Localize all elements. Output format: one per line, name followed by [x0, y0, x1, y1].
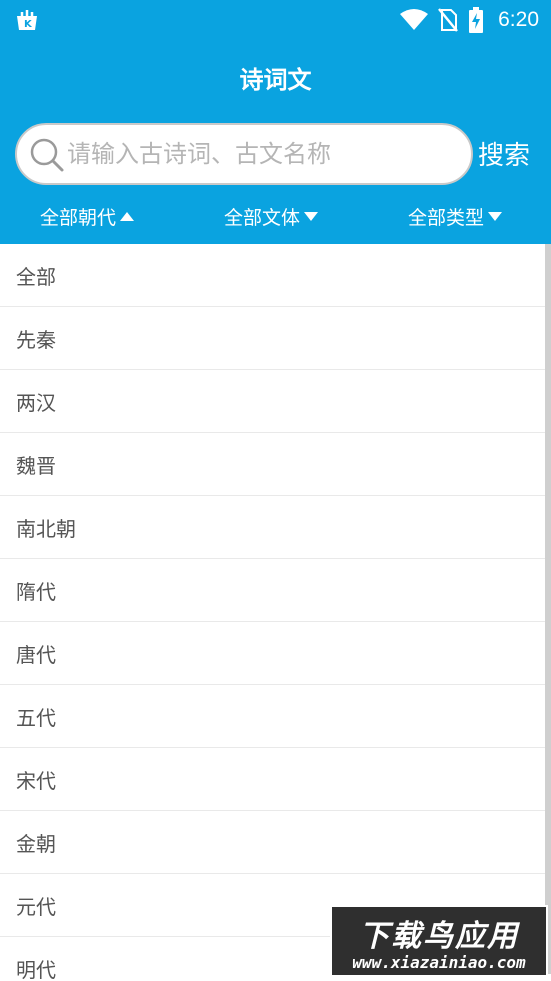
search-icon: [30, 138, 64, 172]
filter-genre[interactable]: 全部文体: [224, 196, 319, 236]
list-item[interactable]: 金朝: [0, 811, 551, 874]
search-button[interactable]: 搜索: [478, 135, 530, 172]
triangle-up-icon: [120, 211, 135, 221]
filter-genre-label: 全部文体: [224, 206, 301, 229]
scrollbar[interactable]: [545, 244, 551, 974]
triangle-down-icon: [304, 211, 319, 221]
watermark-title: 下载鸟应用: [359, 919, 519, 954]
filter-type-label: 全部类型: [408, 206, 485, 229]
page-title: 诗词文: [239, 66, 312, 94]
no-sim-icon: [438, 8, 459, 32]
triangle-down-icon: [488, 211, 503, 221]
app-icon: K: [17, 10, 37, 30]
search-box[interactable]: [15, 123, 473, 185]
svg-text:K: K: [24, 19, 33, 30]
list-item[interactable]: 宋代: [0, 748, 551, 811]
battery-charging-icon: [469, 7, 484, 33]
list-item[interactable]: 全部: [0, 244, 551, 307]
wifi-icon: [400, 9, 429, 30]
filter-type[interactable]: 全部类型: [408, 196, 503, 236]
list-item[interactable]: 南北朝: [0, 496, 551, 559]
watermark-url: www.xiazainiao.com: [352, 953, 526, 972]
filter-dynasty[interactable]: 全部朝代: [40, 196, 135, 236]
status-bar: K 6:20: [0, 0, 551, 40]
list-item[interactable]: 先秦: [0, 307, 551, 370]
watermark: 下载鸟应用 www.xiazainiao.com: [330, 905, 548, 977]
status-icons: 6:20: [400, 6, 539, 34]
dynasty-list: 全部 先秦 两汉 魏晋 南北朝 隋代 唐代 五代 宋代 金朝 元代 明代: [0, 244, 551, 981]
list-item[interactable]: 魏晋: [0, 433, 551, 496]
list-item[interactable]: 两汉: [0, 370, 551, 433]
list-item[interactable]: 唐代: [0, 622, 551, 685]
list-item[interactable]: 隋代: [0, 559, 551, 622]
filter-dynasty-label: 全部朝代: [40, 206, 117, 229]
list-item[interactable]: 五代: [0, 685, 551, 748]
status-time: 6:20: [498, 8, 539, 31]
app-header: K 6:20 诗词文 搜索 全部朝代: [0, 0, 551, 244]
filter-bar: 全部朝代 全部文体 全部类型: [0, 196, 551, 236]
search-input[interactable]: [67, 133, 462, 175]
